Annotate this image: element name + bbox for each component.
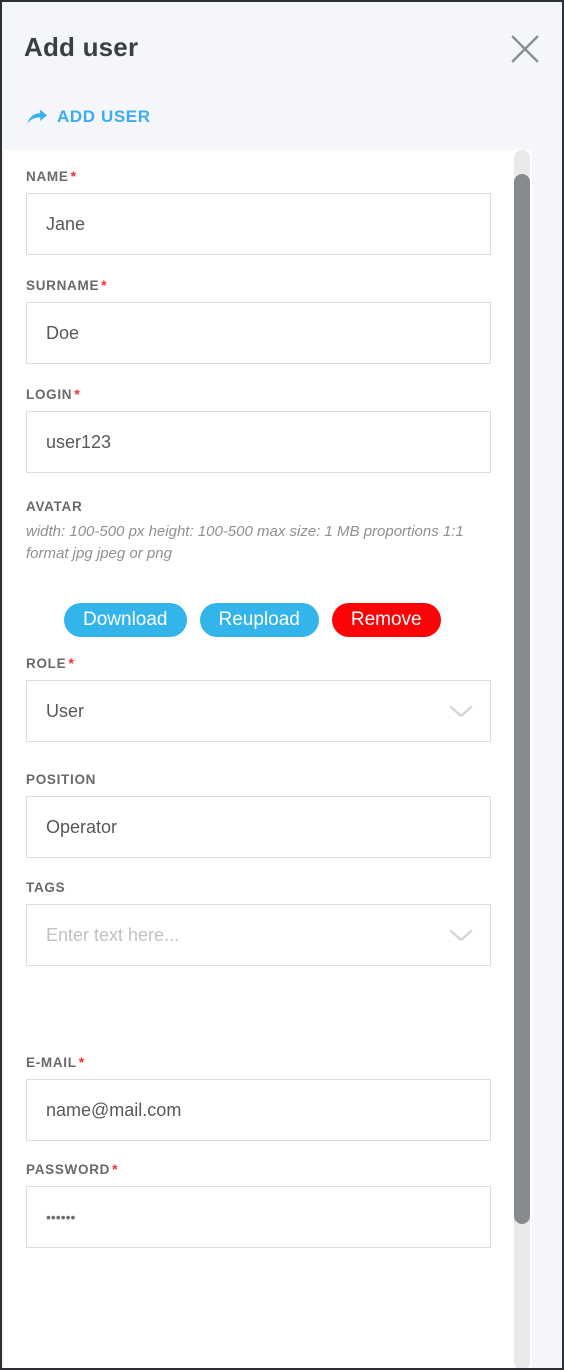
login-label: LOGIN * (26, 386, 510, 402)
email-input-value: name@mail.com (46, 1099, 182, 1120)
tags-input[interactable]: Enter text here... (26, 904, 491, 967)
remove-button[interactable]: Remove (331, 602, 441, 638)
surname-input[interactable]: Doe (26, 302, 491, 364)
login-label-text: LOGIN (26, 387, 73, 402)
required-asterisk: * (74, 386, 81, 402)
email-label: E-MAIL * (26, 1054, 510, 1070)
add-user-form: NAME * Jane SURNAME * Doe LOGIN * user12… (4, 150, 532, 1249)
avatar-action-buttons: Download Reupload Remove (26, 602, 510, 638)
field-password: PASSWORD * •••••• (4, 1161, 532, 1249)
tags-label-text: TAGS (26, 880, 66, 896)
form-scroll-container: NAME * Jane SURNAME * Doe LOGIN * user12… (4, 150, 532, 1368)
avatar-hint-text: width: 100-500 px height: 100-500 max si… (26, 523, 464, 562)
position-label: POSITION (26, 772, 510, 787)
password-label: PASSWORD * (26, 1161, 510, 1177)
password-input[interactable]: •••••• (26, 1186, 491, 1249)
download-button[interactable]: Download (64, 602, 187, 638)
add-user-link-label: ADD USER (57, 107, 151, 126)
vertical-scrollbar-thumb[interactable] (514, 174, 530, 1224)
required-asterisk: * (68, 655, 75, 672)
role-select-value: User (46, 700, 85, 721)
login-input-value: user123 (46, 431, 112, 452)
field-avatar: AVATAR width: 100-500 px height: 100-500… (4, 499, 532, 638)
name-input-value: Jane (46, 213, 86, 234)
position-input[interactable]: Operator (26, 796, 491, 859)
tags-label: TAGS (26, 880, 510, 895)
chevron-down-icon[interactable] (448, 703, 474, 719)
email-input[interactable]: name@mail.com (26, 1079, 491, 1142)
close-icon[interactable] (508, 32, 542, 66)
surname-label-text: SURNAME (26, 278, 100, 293)
name-input[interactable]: Jane (26, 193, 491, 255)
field-surname: SURNAME * Doe (4, 277, 532, 364)
add-user-dialog: Add user ADD USER NAME * Jane SURNAME * … (0, 0, 564, 1370)
surname-label: SURNAME * (26, 277, 510, 293)
email-label-text: E-MAIL (26, 1055, 77, 1071)
position-input-value: Operator (46, 816, 118, 837)
required-asterisk: * (112, 1161, 119, 1178)
reupload-button[interactable]: Reupload (199, 602, 319, 638)
name-label-text: NAME (26, 169, 69, 184)
avatar-label-text: AVATAR (26, 499, 83, 514)
avatar-label: AVATAR (26, 499, 510, 514)
surname-input-value: Doe (46, 322, 80, 343)
add-user-action-link[interactable]: ADD USER (26, 107, 151, 127)
dialog-header: Add user ADD USER (4, 4, 562, 150)
tags-input-placeholder: Enter text here... (46, 924, 180, 945)
password-input-value: •••••• (46, 1209, 76, 1226)
field-name: NAME * Jane (4, 168, 532, 255)
required-asterisk: * (78, 1054, 85, 1071)
role-label: ROLE * (26, 655, 510, 671)
field-position: POSITION Operator (4, 772, 532, 859)
field-login: LOGIN * user123 (4, 386, 532, 473)
role-select[interactable]: User (26, 680, 491, 743)
login-input[interactable]: user123 (26, 411, 491, 473)
required-asterisk: * (70, 168, 77, 184)
position-label-text: POSITION (26, 772, 97, 788)
chevron-down-icon[interactable] (448, 927, 474, 943)
forward-arrow-icon (26, 108, 48, 126)
role-label-text: ROLE (26, 656, 67, 672)
page-title: Add user (24, 32, 139, 62)
password-label-text: PASSWORD (26, 1162, 111, 1178)
required-asterisk: * (101, 277, 108, 293)
name-label: NAME * (26, 168, 510, 184)
field-role: ROLE * User (4, 655, 532, 743)
field-email: E-MAIL * name@mail.com (4, 1054, 532, 1142)
field-tags: TAGS Enter text here... (4, 880, 532, 967)
